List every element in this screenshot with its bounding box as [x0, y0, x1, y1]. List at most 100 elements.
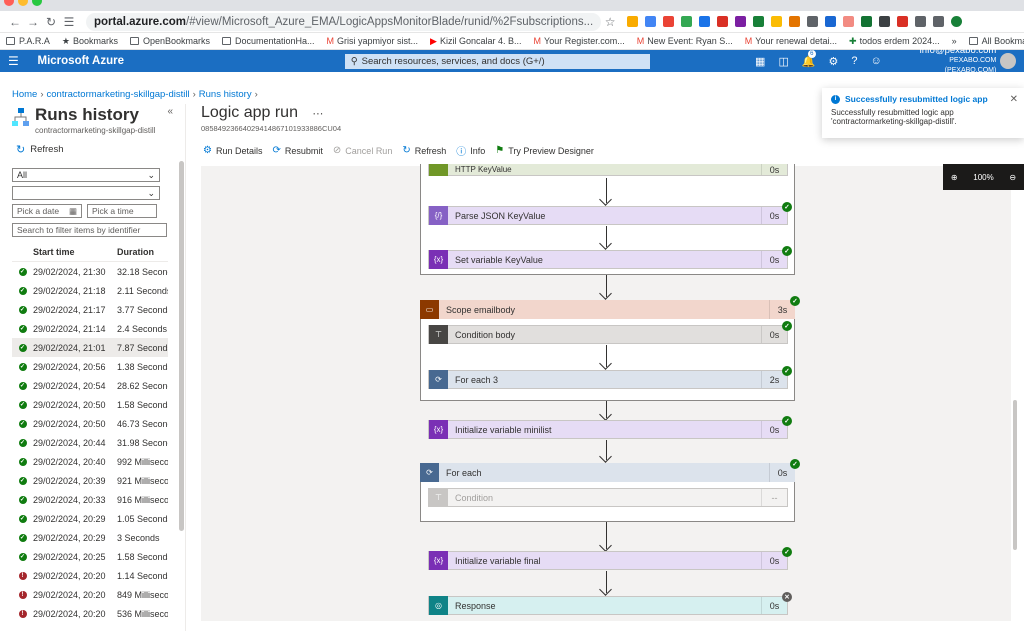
info-button[interactable]: ⓘ Info: [456, 143, 485, 159]
step-http-keyvalue[interactable]: HTTP KeyValue 0s: [428, 163, 788, 176]
refresh-run-button[interactable]: ↻ Refresh: [402, 145, 446, 156]
bookmark-item[interactable]: M Your renewal detai...: [745, 36, 837, 46]
bookmark-star-icon[interactable]: ☆: [601, 15, 619, 29]
zoom-in-icon[interactable]: ⊕: [951, 173, 958, 182]
bookmark-item[interactable]: ★ Bookmarks: [62, 36, 118, 47]
avatar[interactable]: [1000, 53, 1016, 69]
step-for-each[interactable]: ⟳ For each 0s: [420, 463, 795, 482]
extension-icon[interactable]: [807, 16, 819, 27]
extension-icon[interactable]: [789, 16, 801, 27]
extension-icon[interactable]: [681, 16, 693, 27]
extension-icon[interactable]: [753, 16, 765, 27]
azure-brand[interactable]: Microsoft Azure: [38, 55, 345, 67]
runs-scrollbar[interactable]: [179, 161, 184, 531]
step-initialize-variable-minilist[interactable]: {x} Initialize variable minilist 0s: [428, 420, 788, 439]
table-row[interactable]: ✓ 29/02/2024, 20:39 921 Milliseconds: [12, 471, 168, 490]
table-row[interactable]: ! 29/02/2024, 20:20 536 Milliseconds: [12, 604, 168, 623]
column-header-start-time[interactable]: Start time: [33, 247, 117, 257]
extension-icon[interactable]: [897, 16, 909, 27]
back-icon[interactable]: ←: [6, 15, 24, 29]
run-details-button[interactable]: ⚙ Run Details: [203, 145, 263, 156]
table-row[interactable]: ✓ 29/02/2024, 20:25 1.58 Seconds: [12, 547, 168, 566]
table-row[interactable]: ✓ 29/02/2024, 20:44 31.98 Seconds: [12, 433, 168, 452]
hamburger-menu-icon[interactable]: ☰: [8, 54, 30, 68]
extension-icon[interactable]: [627, 16, 639, 27]
notifications-bell-icon[interactable]: 🔔 6: [802, 49, 816, 68]
extension-icon[interactable]: [717, 16, 729, 27]
extension-icon[interactable]: [825, 16, 837, 27]
table-row[interactable]: ✓ 29/02/2024, 20:29 1.05 Seconds: [12, 509, 168, 528]
settings-gear-icon[interactable]: ⚙: [829, 55, 839, 68]
feedback-icon[interactable]: ☺: [871, 55, 882, 68]
table-row[interactable]: ✓ 29/02/2024, 21:30 32.18 Seconds: [12, 262, 168, 281]
status-filter-dropdown[interactable]: All ⌄: [12, 168, 160, 182]
resubmit-button[interactable]: ⟳ Resubmit: [273, 145, 323, 156]
table-row[interactable]: ✓ 29/02/2024, 21:18 2.11 Seconds: [12, 281, 168, 300]
table-row[interactable]: ✓ 29/02/2024, 21:01 7.87 Seconds: [12, 338, 168, 357]
bookmark-item[interactable]: M New Event: Ryan S...: [637, 36, 733, 46]
forward-icon[interactable]: →: [24, 15, 42, 29]
table-row[interactable]: ✓ 29/02/2024, 20:50 46.73 Seconds: [12, 414, 168, 433]
table-row[interactable]: ✓ 29/02/2024, 20:40 992 Milliseconds: [12, 452, 168, 471]
run-identifier-search-input[interactable]: Search to filter items by identifier: [12, 223, 167, 237]
bookmark-item[interactable]: OpenBookmarks: [129, 36, 210, 46]
directory-filter-icon[interactable]: ◫: [778, 55, 788, 68]
breadcrumb-runs-history[interactable]: Runs history: [199, 89, 252, 100]
bookmark-item[interactable]: M Grisi yapmiyor sist...: [327, 36, 419, 46]
extension-icon[interactable]: [645, 16, 657, 27]
collapse-pane-icon[interactable]: «: [167, 106, 173, 117]
extension-icon[interactable]: [879, 16, 891, 27]
time-picker-input[interactable]: Pick a time: [87, 204, 157, 218]
help-question-icon[interactable]: ?: [851, 55, 857, 68]
canvas-scrollbar[interactable]: [1013, 400, 1017, 550]
extension-icon[interactable]: [861, 16, 873, 27]
maximize-window-dot[interactable]: [32, 0, 42, 6]
cloud-shell-icon[interactable]: ▦: [755, 55, 765, 68]
zoom-out-icon[interactable]: ⊖: [1009, 173, 1016, 182]
breadcrumb-home[interactable]: Home: [12, 89, 37, 100]
minimize-window-dot[interactable]: [18, 0, 28, 6]
site-info-icon[interactable]: ☰: [60, 15, 78, 29]
extension-icon[interactable]: [663, 16, 675, 27]
extension-icon[interactable]: [843, 16, 855, 27]
bookmark-item[interactable]: M Your Register.com...: [534, 36, 625, 46]
column-header-duration[interactable]: Duration: [117, 247, 168, 257]
cancel-run-button[interactable]: ⊘ Cancel Run: [333, 145, 392, 156]
table-row[interactable]: ✓ 29/02/2024, 21:14 2.4 Seconds: [12, 319, 168, 338]
refresh-button[interactable]: ↻ Refresh: [16, 143, 63, 156]
table-row[interactable]: ✓ 29/02/2024, 20:29 3 Seconds: [12, 528, 168, 547]
bookmark-item[interactable]: P.A.R.A: [6, 36, 50, 46]
bookmark-item[interactable]: ▶ Kizil Goncalar 4. B...: [430, 36, 521, 47]
try-preview-designer-button[interactable]: ⚑ Try Preview Designer: [495, 145, 594, 156]
table-row[interactable]: ✓ 29/02/2024, 20:54 28.62 Seconds: [12, 376, 168, 395]
step-scope-emailbody[interactable]: ▭ Scope emailbody 3s: [420, 300, 795, 319]
table-row[interactable]: ✓ 29/02/2024, 20:56 1.38 Seconds: [12, 357, 168, 376]
step-for-each-3[interactable]: ⟳ For each 3 2s: [428, 370, 788, 389]
side-panel-icon[interactable]: [933, 16, 945, 27]
secondary-filter-dropdown[interactable]: ⌄: [12, 186, 160, 200]
step-condition-skipped[interactable]: ⊤ Condition --: [428, 488, 788, 507]
table-row[interactable]: ! 29/02/2024, 20:20 849 Milliseconds: [12, 585, 168, 604]
step-condition-body[interactable]: ⊤ Condition body 0s: [428, 325, 788, 344]
global-search-input[interactable]: ⚲ Search resources, services, and docs (…: [344, 53, 651, 69]
more-options-icon[interactable]: ⋯: [312, 108, 323, 120]
breadcrumb-logic-app[interactable]: contractormarketing-skillgap-distill: [47, 89, 190, 100]
account-menu[interactable]: info@pexabo.com PEXABO.COM (PEXABO.COM): [898, 46, 997, 76]
step-set-variable-keyvalue[interactable]: {x} Set variable KeyValue 0s: [428, 250, 788, 269]
extension-icon[interactable]: [771, 16, 783, 27]
step-response[interactable]: ◎ Response 0s: [428, 596, 788, 615]
bookmark-item[interactable]: DocumentationHa...: [221, 36, 315, 46]
extension-icon[interactable]: [699, 16, 711, 27]
address-bar[interactable]: portal.azure.com /#view/Microsoft_Azure_…: [86, 12, 602, 31]
extension-icon[interactable]: [735, 16, 747, 27]
reload-icon[interactable]: ↻: [42, 15, 60, 29]
profile-avatar-icon[interactable]: [951, 16, 963, 27]
table-row[interactable]: ✓ 29/02/2024, 21:17 3.77 Seconds: [12, 300, 168, 319]
step-parse-json-keyvalue[interactable]: {/} Parse JSON KeyValue 0s: [428, 206, 788, 225]
table-row[interactable]: ! 29/02/2024, 20:20 1.14 Seconds: [12, 566, 168, 585]
workflow-canvas[interactable]: HTTP KeyValue 0s {/} Parse JSON KeyValue…: [201, 163, 1011, 621]
step-initialize-variable-final[interactable]: {x} Initialize variable final 0s: [428, 551, 788, 570]
close-icon[interactable]: ✕: [1010, 94, 1018, 105]
extension-icon[interactable]: [915, 16, 927, 27]
close-window-dot[interactable]: [4, 0, 14, 6]
